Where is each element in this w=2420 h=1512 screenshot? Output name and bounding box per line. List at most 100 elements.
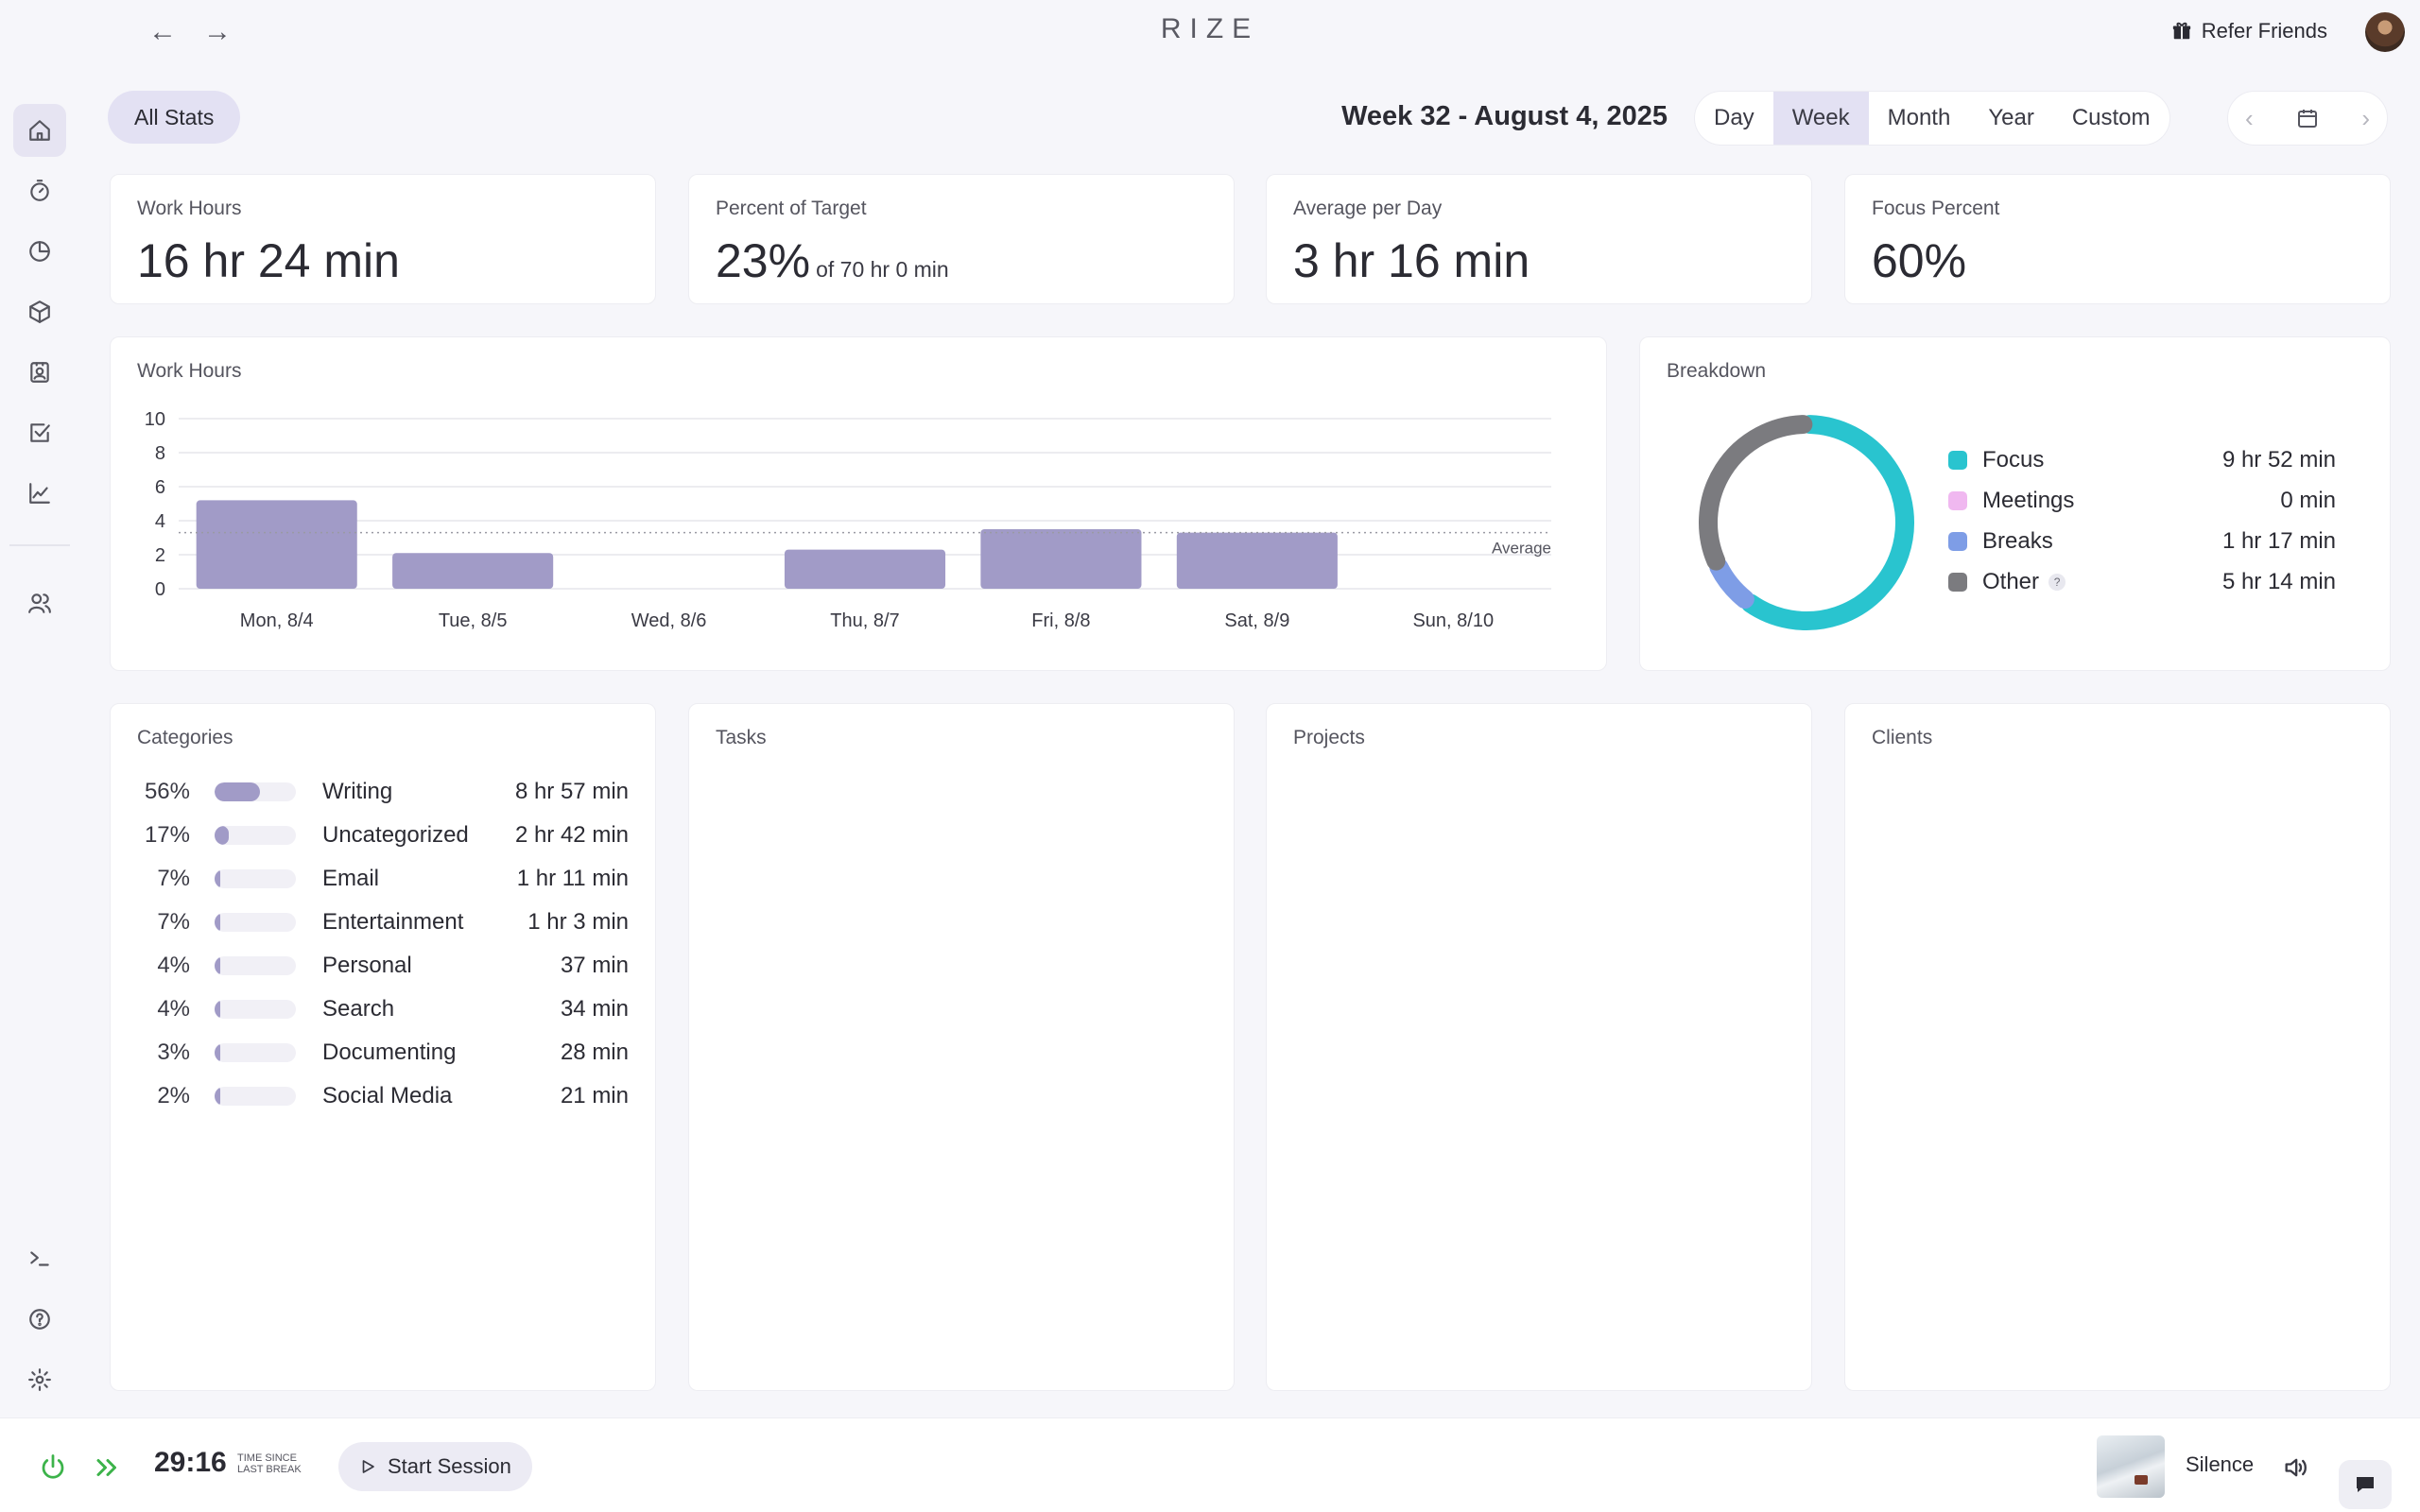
pie-chart-icon [29, 241, 50, 262]
range-selector: Day Week Month Year Custom [1694, 91, 2170, 146]
average-label: Average [1492, 540, 1551, 558]
refer-friends-button[interactable]: Refer Friends [2171, 19, 2327, 43]
category-progress-bar [215, 913, 296, 932]
range-custom-button[interactable]: Custom [2053, 92, 2169, 145]
category-progress-fill [215, 826, 229, 845]
checkbox-icon [30, 423, 50, 442]
settings-icon [28, 1368, 51, 1391]
stat-label: Percent of Target [716, 198, 867, 219]
back-arrow-icon[interactable]: ← [144, 13, 182, 51]
legend-value: 1 hr 17 min [2221, 527, 2336, 554]
category-row[interactable]: 4% Personal 37 min [137, 944, 629, 988]
x-tick-label: Sun, 8/10 [1412, 610, 1494, 631]
category-name: Documenting [322, 1040, 457, 1065]
category-name: Entertainment [322, 909, 464, 935]
stat-card-focus-percent: Focus Percent 60% [1844, 174, 2391, 304]
sidebar-item-terminal[interactable] [13, 1232, 66, 1285]
cube-icon [29, 301, 50, 323]
stat-card-average-day: Average per Day 3 hr 16 min [1266, 174, 1812, 304]
donut-segment-focus[interactable] [1740, 415, 1914, 630]
legend-label: Meetings [1982, 487, 2075, 513]
sidebar-item-tasks[interactable] [13, 406, 66, 459]
category-percent: 17% [144, 822, 190, 848]
category-row[interactable]: 7% Entertainment 1 hr 3 min [137, 901, 629, 944]
bar[interactable] [392, 553, 554, 589]
start-session-button[interactable]: Start Session [338, 1442, 532, 1491]
sidebar-item-reports[interactable] [13, 225, 66, 278]
range-week-button[interactable]: Week [1772, 92, 1869, 145]
legend-label: Other [1982, 568, 2040, 594]
focus-swatch [1948, 450, 1967, 470]
category-row[interactable]: 7% Email 1 hr 11 min [137, 857, 629, 901]
category-time: 1 hr 3 min [527, 909, 629, 935]
volume-icon[interactable] [2278, 1451, 2312, 1485]
bar[interactable] [980, 529, 1142, 589]
bar[interactable] [784, 549, 946, 589]
stat-value: 3 hr 16 min [1293, 234, 1530, 287]
sidebar [0, 94, 81, 1418]
legend-item-meetings: Meetings 0 min [1948, 480, 2336, 521]
x-tick-label: Mon, 8/4 [240, 610, 314, 631]
chat-button[interactable] [2339, 1460, 2392, 1509]
chevron-right-icon[interactable]: › [2361, 104, 2370, 133]
sidebar-item-analytics[interactable] [13, 467, 66, 520]
sidebar-item-team[interactable] [13, 576, 66, 629]
category-percent: 56% [144, 779, 190, 804]
category-time: 28 min [560, 1040, 629, 1065]
donut-segment-other[interactable] [1699, 415, 1813, 571]
y-tick-label: 8 [155, 443, 165, 464]
bar[interactable] [196, 500, 357, 589]
help-tooltip-icon[interactable]: ? [2048, 573, 2066, 591]
x-tick-label: Wed, 8/6 [631, 610, 707, 631]
legend-label: Breaks [1982, 527, 2053, 554]
sidebar-divider [9, 544, 70, 546]
category-progress-fill [215, 1087, 220, 1106]
users-icon [28, 593, 51, 613]
category-percent: 4% [157, 996, 190, 1022]
category-percent: 2% [157, 1083, 190, 1108]
category-progress-bar [215, 1043, 296, 1062]
sidebar-item-clients[interactable] [13, 346, 66, 399]
category-row[interactable]: 4% Search 34 min [137, 988, 629, 1031]
play-icon [362, 1460, 374, 1473]
category-percent: 7% [157, 866, 190, 891]
category-row[interactable]: 56% Writing 8 hr 57 min [137, 770, 629, 814]
y-tick-label: 6 [155, 477, 165, 498]
all-stats-button[interactable]: All Stats [108, 91, 241, 144]
category-row[interactable]: 3% Documenting 28 min [137, 1031, 629, 1074]
avatar[interactable] [2365, 12, 2405, 52]
chevron-left-icon[interactable]: ‹ [2245, 104, 2254, 133]
week-title: Week 32 - August 4, 2025 [1341, 101, 1668, 131]
fast-forward-icon[interactable] [91, 1451, 125, 1485]
range-day-button[interactable]: Day [1695, 92, 1773, 145]
sidebar-item-help[interactable] [13, 1293, 66, 1346]
x-tick-label: Sat, 8/9 [1224, 610, 1289, 631]
donut-segment-breaks[interactable] [1709, 558, 1754, 610]
sidebar-item-home[interactable] [13, 104, 66, 157]
refer-friends-label: Refer Friends [2201, 19, 2327, 43]
bar[interactable] [1176, 532, 1338, 589]
contact-card-icon [30, 362, 49, 383]
gift-icon [2172, 22, 2190, 40]
category-progress-fill [215, 782, 261, 801]
category-progress-bar [215, 1000, 296, 1019]
break-timer: 29:16 [154, 1447, 227, 1478]
range-month-button[interactable]: Month [1869, 92, 1970, 145]
sidebar-item-projects[interactable] [13, 285, 66, 338]
range-year-button[interactable]: Year [1969, 92, 2053, 145]
category-row[interactable]: 17% Uncategorized 2 hr 42 min [137, 814, 629, 857]
category-name: Search [322, 996, 395, 1022]
forward-arrow-icon[interactable]: → [199, 13, 236, 51]
ambient-sound-thumbnail[interactable] [2097, 1435, 2165, 1498]
calendar-icon[interactable] [2296, 107, 2319, 129]
sidebar-item-settings[interactable] [13, 1353, 66, 1406]
category-progress-fill [215, 956, 220, 975]
power-icon[interactable] [36, 1451, 70, 1485]
timer-icon [30, 180, 49, 201]
help-icon [29, 1309, 50, 1330]
sidebar-item-timer[interactable] [13, 164, 66, 217]
category-row[interactable]: 2% Social Media 21 min [137, 1074, 629, 1118]
home-icon [29, 120, 50, 141]
x-tick-label: Thu, 8/7 [830, 610, 899, 631]
category-percent: 4% [157, 953, 190, 978]
